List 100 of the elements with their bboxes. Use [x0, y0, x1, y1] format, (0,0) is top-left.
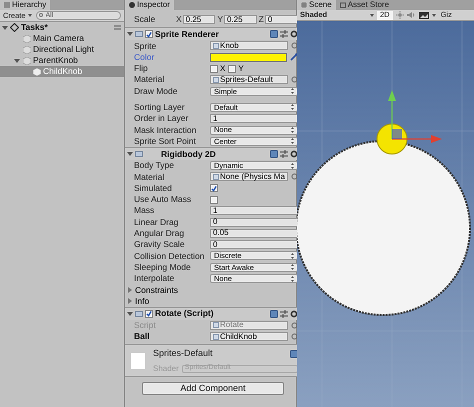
caret-icon: [28, 14, 32, 17]
property-label: Angular Drag: [134, 227, 186, 240]
axis-label: Y: [217, 13, 223, 26]
knob-sprite: [376, 124, 408, 154]
checkbox[interactable]: [210, 196, 218, 204]
property-label: Order in Layer: [134, 112, 190, 126]
object-picker-icon[interactable]: [290, 76, 298, 84]
inspector-tab[interactable]: Inspector: [125, 0, 174, 10]
speaker-icon[interactable]: [406, 11, 416, 19]
updown-caret-icon: [290, 138, 294, 144]
property-label: Ball: [134, 330, 151, 344]
list-icon: [4, 2, 10, 8]
scene-viewport[interactable]: [297, 21, 474, 407]
foldout-arrow-icon[interactable]: [2, 24, 8, 30]
add-component-button[interactable]: Add Component: [142, 382, 284, 396]
sun-icon[interactable]: [396, 11, 404, 19]
updown-caret-icon: [290, 104, 294, 110]
checkbox[interactable]: [228, 64, 236, 73]
hierarchy-item[interactable]: ParentKnob: [0, 55, 124, 66]
flip-axis-label: Y: [238, 62, 244, 75]
checkbox[interactable]: [210, 184, 218, 192]
property-label: Interpolate: [134, 272, 176, 285]
asset-icon: [213, 42, 219, 49]
hierarchy-item[interactable]: Directional Light: [0, 44, 124, 55]
hierarchy-item[interactable]: Main Camera: [0, 33, 124, 44]
updown-caret-icon: [290, 276, 294, 282]
component-icon: [135, 310, 143, 318]
caret-icon[interactable]: [432, 14, 436, 16]
foldout-label[interactable]: Constraints: [135, 284, 178, 296]
number-field[interactable]: 0.25: [224, 15, 257, 24]
color-field[interactable]: [210, 52, 287, 62]
object-field[interactable]: Knob: [210, 41, 288, 50]
property-label: Color: [134, 51, 156, 64]
foldout-label[interactable]: Info: [135, 294, 150, 308]
component-title: Rotate (Script): [155, 307, 215, 320]
number-field[interactable]: 0: [210, 240, 298, 250]
property-label: Script: [134, 319, 157, 332]
hash-icon: [301, 2, 307, 8]
eyedropper-icon[interactable]: [290, 53, 298, 62]
number-field[interactable]: 0.25: [182, 15, 216, 24]
number-field[interactable]: 1: [210, 206, 298, 216]
property-label: Sorting Layer: [134, 101, 186, 114]
number-field[interactable]: 1: [210, 114, 298, 124]
number-field[interactable]: 0: [210, 218, 298, 227]
checkmark-icon: [146, 310, 152, 318]
foldout-arrow-icon[interactable]: [127, 150, 133, 157]
updown-caret-icon: [290, 264, 294, 270]
component-icon: [135, 30, 143, 38]
sliders-icon[interactable]: [280, 150, 288, 158]
scene-name: Tasks*: [21, 21, 49, 34]
property-label: Draw Mode: [134, 84, 178, 98]
image-icon[interactable]: [418, 12, 429, 18]
property-label: Sleeping Mode: [134, 260, 192, 274]
object-picker-icon[interactable]: [290, 42, 298, 50]
checkbox[interactable]: [145, 310, 153, 318]
object-field[interactable]: Sprites-Default: [210, 75, 288, 84]
property-label: Flip: [134, 62, 149, 75]
sliders-icon[interactable]: [280, 30, 288, 38]
scene-tab[interactable]: Scene: [297, 0, 336, 10]
number-field[interactable]: 0.05: [210, 228, 298, 238]
property-label: Linear Drag: [134, 216, 180, 228]
checkmark-icon: [146, 30, 152, 38]
property-label: Use Auto Mass: [134, 193, 192, 206]
checkbox[interactable]: [145, 30, 153, 38]
component-title: Sprite Renderer: [155, 28, 220, 41]
checkmark-icon: [211, 184, 217, 192]
asset-icon: [213, 76, 219, 83]
material-name: Sprites-Default: [153, 347, 213, 360]
checkbox[interactable]: [210, 64, 218, 73]
object-picker-icon[interactable]: [290, 173, 298, 180]
updown-caret-icon: [290, 252, 294, 259]
updown-caret-icon: [290, 127, 294, 134]
property-label: Scale: [134, 13, 156, 26]
scene-tab[interactable]: Asset Store: [336, 0, 394, 10]
component-icon: [135, 150, 143, 158]
number-field[interactable]: 0: [264, 15, 298, 24]
object-field[interactable]: ChildKnob: [210, 332, 288, 342]
material-preview: [131, 352, 145, 369]
move-gizmo[interactable]: [388, 90, 442, 143]
foldout-arrow-icon[interactable]: [127, 31, 133, 38]
property-label: Body Type: [134, 159, 176, 172]
sliders-icon[interactable]: [280, 310, 288, 318]
foldout-arrow-icon[interactable]: [14, 58, 20, 64]
menu-icon[interactable]: [114, 25, 121, 30]
property-label: Collision Detection: [134, 250, 206, 262]
property-label: Simulated: [134, 182, 173, 195]
hierarchy-tab[interactable]: Hierarchy: [0, 0, 50, 10]
updown-caret-icon: [290, 162, 294, 169]
axis-label: X: [176, 13, 182, 26]
asset-icon: [213, 174, 219, 180]
search-icon: [38, 13, 44, 18]
object-field[interactable]: None (Physics Ma: [210, 172, 288, 182]
component-title: Rigidbody 2D: [161, 148, 217, 160]
property-label: Mask Interaction: [134, 124, 198, 136]
axis-label: Z: [258, 13, 264, 26]
updown-caret-icon: [290, 88, 294, 94]
property-label: Material: [134, 73, 166, 86]
property-label: Mass: [134, 204, 156, 218]
caret-icon: [370, 14, 374, 16]
property-label: Gravity Scale: [134, 238, 186, 252]
